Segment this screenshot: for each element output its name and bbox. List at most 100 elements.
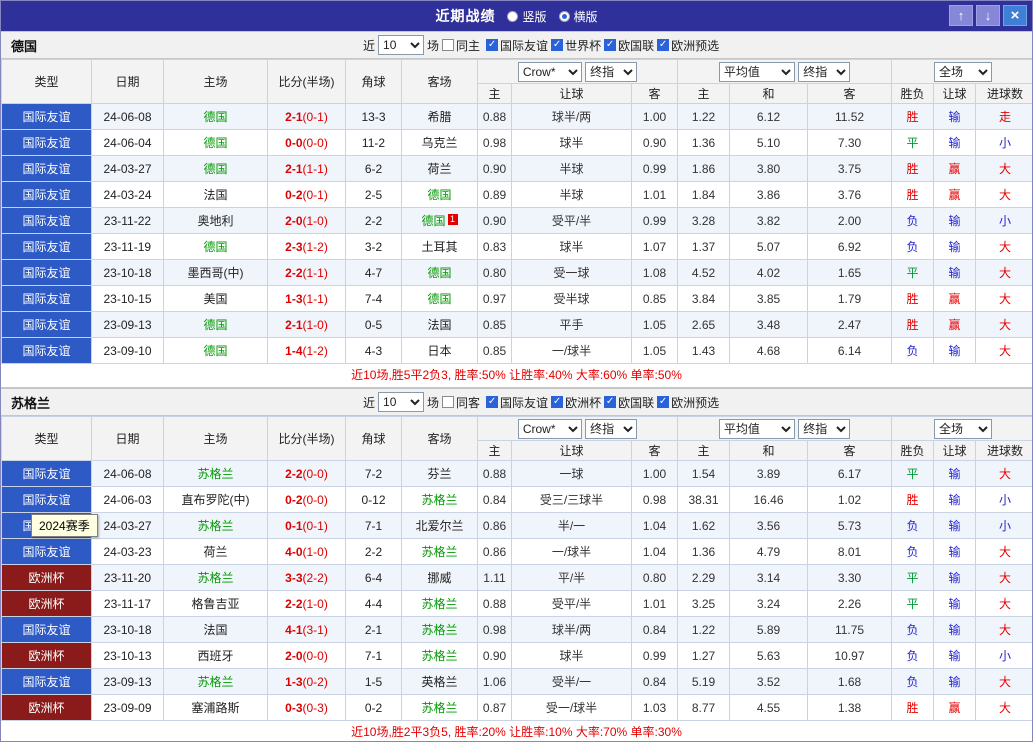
odds-stage-select[interactable]: 终指 bbox=[585, 62, 637, 82]
layout-vertical-radio[interactable]: 竖版 bbox=[507, 8, 546, 25]
league-filter-checkbox[interactable]: ✓欧国联 bbox=[604, 394, 654, 411]
halftime-score: (0-0) bbox=[303, 493, 328, 507]
recent-results-widget: 近期战绩 竖版 横版 ↑ ↓ × 德国 近 10 场 bbox=[0, 0, 1033, 742]
avg-home-cell: 5.19 bbox=[678, 669, 730, 695]
match-count-select[interactable]: 10 bbox=[378, 392, 424, 412]
league-filter-checkbox[interactable]: ✓国际友谊 bbox=[486, 394, 548, 411]
match-type-cell: 国际友谊 bbox=[2, 156, 92, 182]
fulltime-score: 2-1 bbox=[285, 162, 302, 176]
results-table: 类型 日期 主场 比分(半场) 角球 客场 Crow* 终指 平均值 终指 bbox=[1, 59, 1033, 364]
checkbox-checked-icon: ✓ bbox=[657, 396, 669, 408]
checkbox-checked-icon: ✓ bbox=[486, 39, 498, 51]
home-odds-cell: 0.90 bbox=[478, 208, 512, 234]
away-team-name: 法国 bbox=[427, 318, 451, 332]
away-odds-cell: 0.99 bbox=[632, 643, 678, 669]
checkbox-checked-icon: ✓ bbox=[486, 396, 498, 408]
games-label: 场 bbox=[427, 394, 439, 411]
same-venue-checkbox[interactable]: 同主 bbox=[442, 37, 480, 54]
fulltime-score: 3-3 bbox=[285, 571, 302, 585]
scope-select[interactable]: 全场 bbox=[934, 419, 992, 439]
home-team-cell: 美国 bbox=[164, 286, 268, 312]
fulltime-score: 0-0 bbox=[285, 136, 302, 150]
league-filter-checkbox[interactable]: ✓欧洲预选 bbox=[657, 37, 719, 54]
match-row: 国际友谊23-10-18法国4-1(3-1)2-1苏格兰0.98球半/两0.84… bbox=[2, 617, 1033, 643]
move-up-button[interactable]: ↑ bbox=[949, 5, 973, 26]
league-filter-checkbox[interactable]: ✓世界杯 bbox=[551, 37, 601, 54]
league-filter-checkbox[interactable]: ✓欧洲杯 bbox=[551, 394, 601, 411]
handicap-cell: 受平/半 bbox=[512, 208, 632, 234]
halftime-score: (0-2) bbox=[303, 675, 328, 689]
result-cell: 胜 bbox=[892, 487, 934, 513]
handicap-cell: 受一/球半 bbox=[512, 695, 632, 721]
away-odds-cell: 1.04 bbox=[632, 539, 678, 565]
league-filter-checkbox[interactable]: ✓欧国联 bbox=[604, 37, 654, 54]
handicap-result-cell: 赢 bbox=[934, 182, 976, 208]
layout-horizontal-radio[interactable]: 横版 bbox=[559, 8, 598, 25]
average-stage-select[interactable]: 终指 bbox=[798, 419, 850, 439]
home-odds-cell: 0.80 bbox=[478, 260, 512, 286]
handicap-result-cell: 输 bbox=[934, 260, 976, 286]
bookmaker-select[interactable]: Crow* bbox=[518, 419, 582, 439]
match-count-select[interactable]: 10 bbox=[378, 35, 424, 55]
away-team-name: 苏格兰 bbox=[421, 701, 457, 715]
away-odds-cell: 1.03 bbox=[632, 695, 678, 721]
match-date-cell: 23-11-22 bbox=[92, 208, 164, 234]
col-header-away: 客场 bbox=[402, 60, 478, 104]
league-filter-checkbox[interactable]: ✓欧洲预选 bbox=[657, 394, 719, 411]
handicap-cell: 受一球 bbox=[512, 260, 632, 286]
match-type-cell: 国际友谊 bbox=[2, 286, 92, 312]
col-header-away: 客场 bbox=[402, 417, 478, 461]
sub-col-header-avg-draw: 和 bbox=[730, 84, 808, 104]
filter-controls: 近 10 场 同主 ✓国际友谊✓世界杯✓欧国联✓欧洲预选 bbox=[363, 35, 722, 55]
avg-home-cell: 1.22 bbox=[678, 617, 730, 643]
match-type-cell: 国际友谊 bbox=[2, 669, 92, 695]
avg-draw-cell: 3.80 bbox=[730, 156, 808, 182]
avg-draw-cell: 3.24 bbox=[730, 591, 808, 617]
match-date-cell: 24-03-24 bbox=[92, 182, 164, 208]
close-button[interactable]: × bbox=[1003, 5, 1027, 26]
sub-col-header-odds-home: 主 bbox=[478, 441, 512, 461]
match-type-cell: 欧洲杯 bbox=[2, 591, 92, 617]
result-group-header: 全场 bbox=[892, 417, 1033, 441]
halftime-score: (1-0) bbox=[303, 318, 328, 332]
handicap-result-cell: 输 bbox=[934, 104, 976, 130]
home-team-cell: 德国 bbox=[164, 234, 268, 260]
handicap-result-cell: 输 bbox=[934, 617, 976, 643]
goals-result-cell: 大 bbox=[976, 695, 1033, 721]
page-title: 近期战绩 bbox=[435, 6, 495, 26]
match-row: 国际友谊24-06-08德国2-1(0-1)13-3希腊0.88球半/两1.00… bbox=[2, 104, 1033, 130]
goals-result-cell: 大 bbox=[976, 234, 1033, 260]
filter-controls: 近 10 场 同客 ✓国际友谊✓欧洲杯✓欧国联✓欧洲预选 bbox=[363, 392, 722, 412]
average-stage-select[interactable]: 终指 bbox=[798, 62, 850, 82]
away-odds-cell: 1.04 bbox=[632, 513, 678, 539]
avg-away-cell: 3.76 bbox=[808, 182, 892, 208]
move-down-button[interactable]: ↓ bbox=[976, 5, 1000, 26]
score-cell: 2-0(1-0) bbox=[268, 208, 346, 234]
away-team-name: 苏格兰 bbox=[421, 493, 457, 507]
match-date-cell: 23-11-19 bbox=[92, 234, 164, 260]
goals-result-cell: 大 bbox=[976, 617, 1033, 643]
avg-home-cell: 1.43 bbox=[678, 338, 730, 364]
away-team-name: 德国 bbox=[421, 214, 445, 228]
home-team-name: 苏格兰 bbox=[197, 571, 233, 585]
home-odds-cell: 0.98 bbox=[478, 617, 512, 643]
average-select[interactable]: 平均值 bbox=[719, 419, 795, 439]
scope-select[interactable]: 全场 bbox=[934, 62, 992, 82]
average-select[interactable]: 平均值 bbox=[719, 62, 795, 82]
bookmaker-select[interactable]: Crow* bbox=[518, 62, 582, 82]
goals-result-cell: 大 bbox=[976, 286, 1033, 312]
home-odds-cell: 0.90 bbox=[478, 156, 512, 182]
odds-stage-select[interactable]: 终指 bbox=[585, 419, 637, 439]
home-odds-cell: 0.88 bbox=[478, 104, 512, 130]
handicap-result-cell: 输 bbox=[934, 130, 976, 156]
score-cell: 2-2(0-0) bbox=[268, 461, 346, 487]
match-type-cell: 国际友谊 bbox=[2, 208, 92, 234]
result-cell: 平 bbox=[892, 260, 934, 286]
match-date-cell: 24-03-27 bbox=[92, 513, 164, 539]
corner-cell: 0-2 bbox=[346, 695, 402, 721]
match-date-cell: 23-09-10 bbox=[92, 338, 164, 364]
score-cell: 2-2(1-1) bbox=[268, 260, 346, 286]
league-filter-checkbox[interactable]: ✓国际友谊 bbox=[486, 37, 548, 54]
same-venue-checkbox[interactable]: 同客 bbox=[442, 394, 480, 411]
corner-cell: 6-2 bbox=[346, 156, 402, 182]
